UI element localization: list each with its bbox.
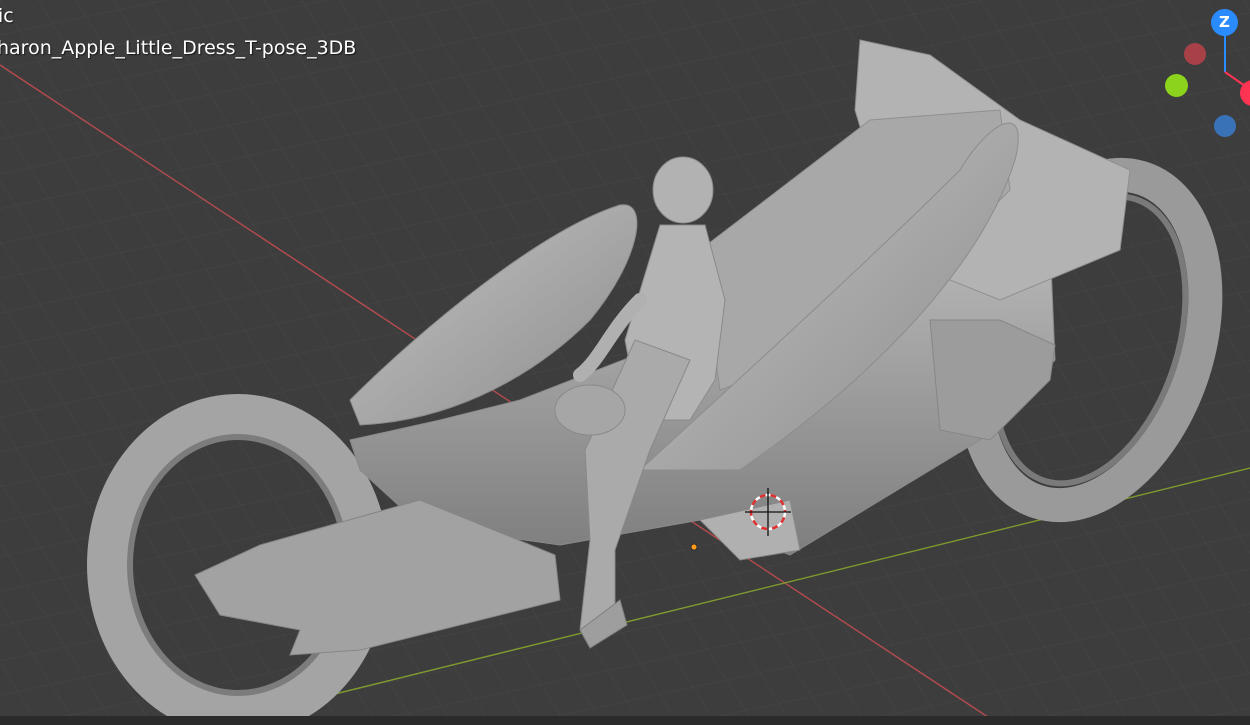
viewport-bottom-edge [0, 716, 1250, 725]
object-name-label: haron_Apple_Little_Dress_T-pose_3DB [0, 37, 357, 59]
3d-viewport[interactable]: ic haron_Apple_Little_Dress_T-pose_3DB Z [0, 0, 1250, 725]
object-origin-icon [690, 543, 698, 551]
gizmo-y-axis-button[interactable] [1165, 74, 1188, 97]
view-mode-label: ic [0, 5, 14, 27]
gizmo-neg-x-axis-button[interactable] [1184, 43, 1206, 65]
navigation-gizmo[interactable]: Z [1150, 0, 1250, 150]
gizmo-neg-y-axis-button[interactable] [1214, 115, 1236, 137]
viewport-canvas[interactable] [0, 0, 1250, 725]
gizmo-z-axis-button[interactable]: Z [1211, 9, 1238, 36]
gizmo-z-label: Z [1219, 13, 1230, 31]
